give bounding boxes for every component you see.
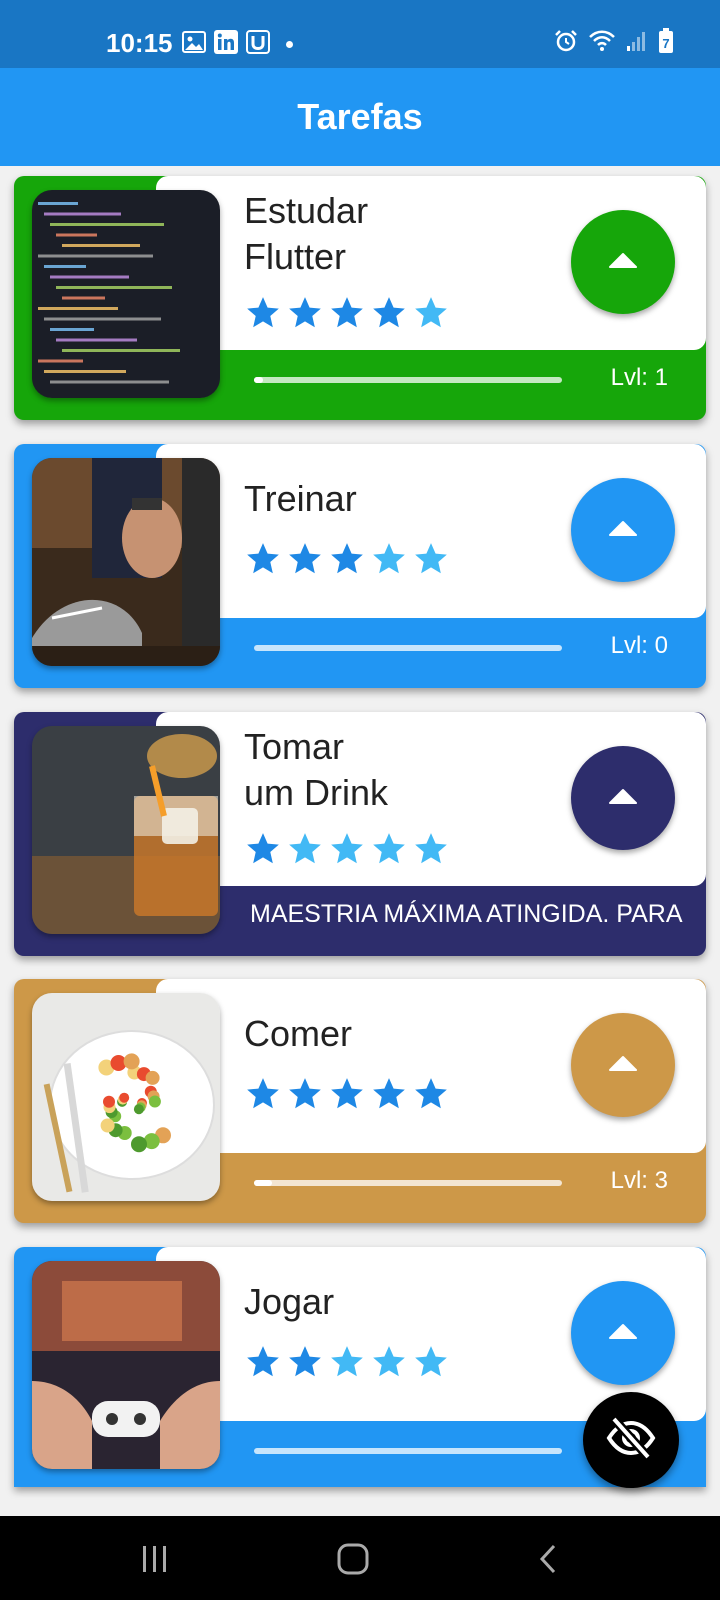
star-icon	[286, 540, 324, 583]
svg-text:7: 7	[662, 36, 669, 51]
star-icon	[286, 294, 324, 337]
star-icon	[412, 1075, 450, 1118]
level-up-button[interactable]	[571, 210, 675, 314]
task-image	[32, 993, 220, 1201]
star-icon	[328, 1343, 366, 1386]
task-card: Tomar um Drink MAESTRIA MÁXIMA ATINGIDA. P…	[14, 712, 706, 956]
task-title-line1: Estudar	[244, 190, 369, 231]
star-icon	[412, 294, 450, 337]
level-label: Lvl: 3	[610, 1167, 668, 1194]
star-icon	[412, 540, 450, 583]
star-icon	[328, 294, 366, 337]
star-icon	[286, 830, 324, 873]
level-label: Lvl: 1	[610, 364, 668, 391]
progress-fill	[254, 1180, 273, 1186]
alarm-icon	[554, 29, 578, 58]
star-icon	[244, 1075, 282, 1118]
star-icon	[244, 1343, 282, 1386]
progress-bar	[254, 1180, 562, 1186]
back-icon[interactable]	[536, 1544, 560, 1579]
difficulty-stars	[244, 830, 450, 873]
u-app-icon	[246, 30, 270, 59]
task-title-line1: Comer	[244, 1013, 353, 1054]
progress-bar	[254, 377, 562, 383]
arrow-up-icon	[608, 520, 638, 541]
level-up-button[interactable]	[571, 1281, 675, 1385]
page-title: Tarefas	[297, 96, 423, 137]
task-title: Tomar um Drink	[244, 724, 388, 816]
toggle-visibility-button[interactable]	[583, 1392, 679, 1488]
home-icon[interactable]	[336, 1542, 370, 1581]
star-icon	[286, 1343, 324, 1386]
star-icon	[412, 830, 450, 873]
difficulty-stars	[244, 1075, 450, 1118]
task-image	[32, 190, 220, 398]
app-bar: Tarefas	[0, 68, 720, 166]
star-icon	[244, 540, 282, 583]
difficulty-stars	[244, 1343, 450, 1386]
task-title-line1: Jogar	[244, 1281, 335, 1322]
arrow-up-icon	[608, 788, 638, 809]
wifi-icon	[588, 30, 616, 57]
progress-bar	[254, 645, 562, 651]
level-up-button[interactable]	[571, 478, 675, 582]
task-card: Comer Lvl: 3	[14, 979, 706, 1223]
task-image	[32, 726, 220, 934]
star-icon	[370, 1343, 408, 1386]
task-title-line2: um Drink	[244, 772, 389, 813]
arrow-up-icon	[608, 1055, 638, 1076]
task-card: Treinar Lvl: 0	[14, 444, 706, 688]
progress-bar	[254, 1448, 562, 1454]
task-title-line1: Tomar	[244, 726, 345, 767]
star-icon	[328, 540, 366, 583]
task-card: Estudar Flutter Lvl: 1	[14, 176, 706, 420]
arrow-up-icon	[608, 252, 638, 273]
level-label: Lvl: 0	[610, 632, 668, 659]
battery-icon: 7	[658, 28, 674, 59]
task-title: Jogar	[244, 1279, 334, 1325]
system-nav-bar	[0, 1516, 720, 1600]
dot-icon	[286, 41, 293, 48]
task-title-line1: Treinar	[244, 478, 357, 519]
task-title: Estudar Flutter	[244, 188, 368, 280]
status-time: 10:15	[106, 28, 173, 58]
star-icon	[370, 830, 408, 873]
star-icon	[370, 540, 408, 583]
star-icon	[244, 830, 282, 873]
mastery-text: MAESTRIA MÁXIMA ATINGIDA. PARA	[250, 900, 683, 928]
task-image	[32, 458, 220, 666]
signal-icon	[626, 30, 648, 57]
status-bar: 10:15 7	[0, 0, 720, 68]
task-image	[32, 1261, 220, 1469]
star-icon	[412, 1343, 450, 1386]
difficulty-stars	[244, 540, 450, 583]
star-icon	[328, 830, 366, 873]
task-title: Comer	[244, 1011, 352, 1057]
level-up-button[interactable]	[571, 746, 675, 850]
level-up-button[interactable]	[571, 1013, 675, 1117]
star-icon	[328, 1075, 366, 1118]
star-icon	[244, 294, 282, 337]
task-title: Treinar	[244, 476, 357, 522]
difficulty-stars	[244, 294, 450, 337]
linkedin-icon	[214, 30, 238, 59]
eye-off-icon	[604, 1411, 658, 1470]
image-icon	[182, 31, 206, 58]
star-icon	[370, 1075, 408, 1118]
star-icon	[370, 294, 408, 337]
task-title-line2: Flutter	[244, 236, 347, 277]
progress-fill	[254, 377, 264, 383]
recents-icon[interactable]	[140, 1544, 170, 1579]
star-icon	[286, 1075, 324, 1118]
arrow-up-icon	[608, 1323, 638, 1344]
